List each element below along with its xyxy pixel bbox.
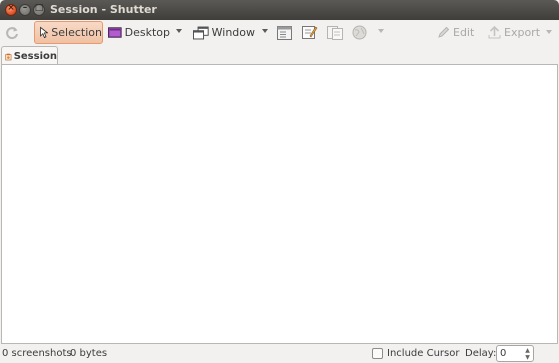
export-button[interactable]: Export [488, 21, 552, 44]
tooltip-icon [302, 26, 318, 39]
window-dropdown-arrow[interactable] [262, 29, 268, 33]
minimize-window-button[interactable]: – [19, 3, 31, 16]
window-title: Session - Shutter [50, 3, 157, 16]
screenshot-count: 0 screenshots [2, 348, 72, 359]
desktop-label: Desktop [124, 26, 170, 39]
refresh-button[interactable] [5, 21, 23, 44]
include-cursor-label: Include Cursor [387, 348, 460, 359]
delay-increment-button[interactable]: ▲ [524, 347, 531, 354]
edit-pencil-icon [438, 26, 450, 38]
globe-icon [352, 25, 367, 40]
title-bar: × – □ Session - Shutter [0, 0, 559, 20]
delay-decrement-button[interactable]: ▼ [524, 354, 531, 361]
include-cursor-checkbox[interactable] [372, 348, 383, 359]
tab-session-label: Session [13, 51, 57, 62]
desktop-dropdown-arrow[interactable] [176, 29, 182, 33]
edit-label: Edit [453, 26, 475, 39]
close-icon: × [7, 3, 15, 13]
web-capture-icon [327, 25, 343, 40]
menu-capture-button[interactable] [277, 21, 295, 44]
delay-input[interactable] [500, 347, 522, 360]
selection-label: Selection [51, 26, 102, 39]
window-button[interactable]: Window [193, 21, 255, 44]
maximize-icon: □ [34, 3, 44, 13]
tab-session[interactable]: Session [1, 46, 58, 66]
maximize-window-button[interactable]: □ [33, 3, 45, 16]
refresh-icon [6, 26, 18, 39]
toolbar: Selection Desktop Window Edit Export [0, 20, 559, 45]
globe-dropdown-arrow[interactable] [378, 29, 384, 33]
delay-label: Delay: [465, 348, 497, 359]
session-icon [5, 53, 12, 60]
total-size: 0 bytes [70, 348, 108, 359]
delay-spinbox[interactable]: ▲ ▼ [496, 345, 534, 362]
screenshot-session-area[interactable] [1, 64, 558, 344]
minimize-icon: – [22, 3, 28, 13]
tooltip-capture-button[interactable] [302, 21, 320, 44]
export-dropdown-arrow[interactable] [546, 30, 552, 34]
status-bar: 0 screenshots 0 bytes Include Cursor Del… [0, 344, 559, 363]
selection-button[interactable]: Selection [34, 21, 103, 44]
edit-button[interactable]: Edit [437, 21, 479, 44]
desktop-button[interactable]: Desktop [108, 21, 170, 44]
desktop-icon [108, 27, 122, 38]
web-capture-button[interactable] [327, 21, 345, 44]
export-icon [488, 26, 501, 39]
close-window-button[interactable]: × [5, 3, 17, 16]
export-label: Export [504, 26, 541, 39]
window-label: Window [211, 26, 255, 39]
cursor-arrow-icon [40, 26, 49, 39]
tab-bar: Session [0, 45, 559, 66]
window-icon [193, 26, 209, 39]
globe-button[interactable] [352, 21, 370, 44]
menu-icon [277, 25, 292, 40]
